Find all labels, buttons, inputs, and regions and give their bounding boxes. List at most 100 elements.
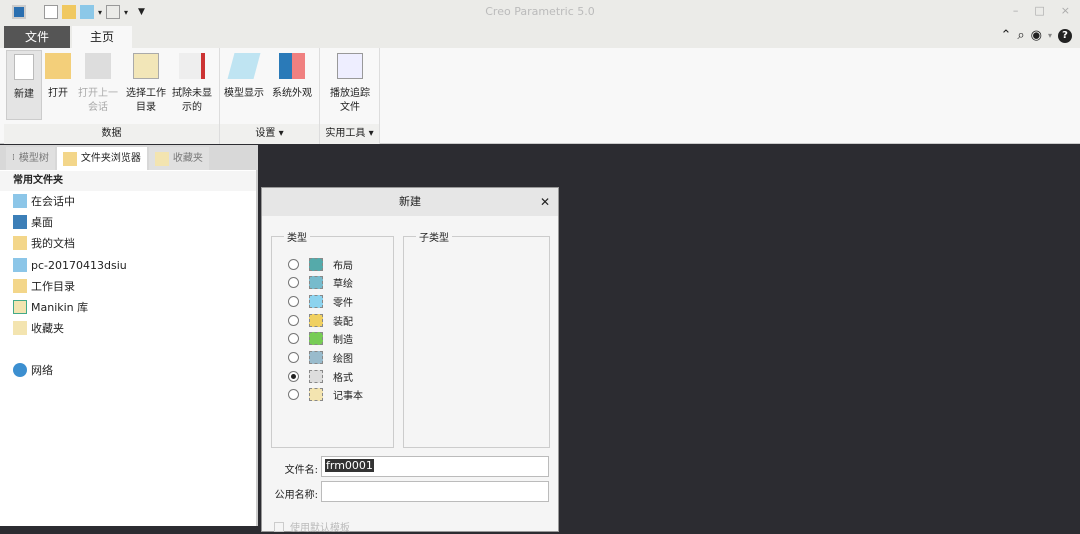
tab-model-tree[interactable]: ⁞ 模型树 — [6, 147, 55, 170]
type-option-layout[interactable]: 布局 — [288, 255, 353, 273]
radio-button[interactable] — [288, 352, 299, 363]
radio-button[interactable] — [288, 370, 299, 382]
library-icon — [13, 300, 27, 314]
community-icon[interactable]: ◉ — [1031, 28, 1042, 43]
favorites-icon — [154, 151, 169, 166]
part-icon — [309, 294, 323, 308]
type-label: 绘图 — [333, 354, 353, 365]
open-folder-icon — [45, 53, 71, 79]
use-default-template-checkbox[interactable]: 使用默认模板 — [274, 519, 350, 534]
tab-label: 模型树 — [18, 153, 49, 164]
type-option-manufacturing[interactable]: 制造 — [288, 330, 353, 348]
type-option-drawing[interactable]: 绘图 — [288, 349, 353, 367]
group-label[interactable]: 实用工具 ▾ — [320, 124, 379, 144]
drawing-icon — [309, 351, 323, 364]
collapse-ribbon-icon[interactable]: ⌃ — [1000, 28, 1011, 43]
type-option-part[interactable]: 零件 — [288, 292, 353, 310]
trail-file-icon — [337, 53, 363, 79]
radio-button[interactable] — [288, 277, 299, 289]
type-legend: 类型 — [284, 229, 310, 244]
type-label: 草绘 — [333, 279, 353, 291]
group-label: 数据 — [4, 124, 219, 144]
system-appearance-icon — [279, 53, 305, 79]
radio-button[interactable] — [288, 295, 299, 307]
working-dir-icon — [13, 279, 27, 293]
help-icon[interactable]: ? — [1058, 28, 1072, 43]
folder-manikin-library[interactable]: Manikin 库 — [13, 298, 88, 316]
folder-favorites[interactable]: 收藏夹 — [13, 319, 64, 337]
item-label: 我的文档 — [31, 237, 75, 250]
radio-button[interactable] — [288, 333, 299, 345]
item-label: 在会话中 — [31, 195, 75, 208]
group-data: 新建 打开 打开上一 会话 选择工作 目录 拭除未显 示的 数据 — [4, 48, 220, 144]
tab-home[interactable]: 主页 — [72, 26, 132, 48]
ribbon-tabs: 文件 主页 ⌃ ⌕ ◉ ▾ ? — [0, 25, 1080, 48]
window-title: Creo Parametric 5.0 — [485, 5, 595, 18]
item-label: 收藏夹 — [31, 322, 64, 335]
monitor-icon — [13, 194, 27, 208]
title-bar: ▾ ▾ ▼ Creo Parametric 5.0 – □ × — [0, 0, 1080, 25]
select-working-dir-button[interactable]: 选择工作 目录 — [124, 50, 168, 120]
play-trail-file-button[interactable]: 播放追踪 文件 — [328, 50, 372, 120]
tab-label: 收藏夹 — [172, 153, 203, 164]
model-tree-icon: ⁞ — [12, 153, 15, 163]
new-dialog: 新建 ✕ 类型 布局草绘零件装配 制造绘图格式记事本 子类型 文件名: frm000… — [261, 187, 559, 534]
search-icon[interactable]: ⌕ — [1017, 28, 1024, 43]
group-label[interactable]: 设置 ▾ — [220, 124, 319, 144]
tab-folder-browser[interactable]: 文件夹浏览器 — [56, 147, 147, 170]
folder-desktop[interactable]: 桌面 — [13, 213, 53, 231]
common-name-label: 公用名称: — [274, 490, 318, 501]
item-label: 桌面 — [31, 216, 53, 229]
folder-in-session[interactable]: 在会话中 — [13, 192, 75, 210]
open-last-session-button[interactable]: 打开上一 会话 — [76, 50, 120, 120]
folder-network[interactable]: 网络 — [13, 361, 53, 379]
type-option-notebook[interactable]: 记事本 — [288, 386, 363, 404]
button-label: 新建 — [14, 89, 34, 100]
tab-file[interactable]: 文件 — [4, 26, 70, 48]
file-name-value: frm0001 — [325, 459, 374, 472]
chevron-down-icon[interactable]: ▾ — [1048, 31, 1052, 40]
radio-button[interactable] — [288, 389, 299, 401]
system-appearance-button[interactable]: 系统外观 — [270, 50, 314, 120]
subtype-legend: 子类型 — [416, 229, 452, 244]
type-option-format[interactable]: 格式 — [288, 367, 353, 385]
folder-working-dir[interactable]: 工作目录 — [13, 277, 75, 295]
radio-button[interactable] — [288, 314, 299, 326]
button-label: 选择工作 目录 — [126, 88, 166, 113]
dialog-title-bar: 新建 ✕ — [262, 188, 558, 216]
button-label: 播放追踪 文件 — [330, 88, 370, 113]
folder-my-documents[interactable]: 我的文档 — [13, 234, 75, 252]
subtype-group: 子类型 — [403, 229, 550, 448]
common-folders-header: 常用文件夹 — [0, 171, 256, 191]
network-icon — [13, 363, 27, 377]
checkbox-box[interactable] — [274, 521, 284, 532]
ribbon: 新建 打开 打开上一 会话 选择工作 目录 拭除未显 示的 数据 模型显示 系统… — [0, 48, 1080, 144]
maximize-button[interactable]: □ — [1034, 4, 1044, 17]
radio-button[interactable] — [288, 258, 299, 270]
erase-icon — [179, 53, 205, 79]
tab-favorites[interactable]: 收藏夹 — [148, 147, 209, 170]
assembly-icon — [309, 313, 323, 327]
type-option-assembly[interactable]: 装配 — [288, 311, 353, 329]
open-button[interactable]: 打开 — [36, 50, 80, 120]
minimize-button[interactable]: – — [1013, 4, 1019, 17]
sketch-icon — [309, 276, 323, 290]
working-dir-icon — [133, 53, 159, 79]
folder-computer[interactable]: pc-20170413dsiu — [13, 256, 127, 274]
type-label: 记事本 — [333, 391, 363, 403]
folder-icon — [62, 151, 77, 166]
type-label: 零件 — [333, 297, 353, 309]
manufacturing-icon — [309, 332, 323, 346]
button-label: 系统外观 — [272, 88, 312, 99]
erase-not-displayed-button[interactable]: 拭除未显 示的 — [170, 50, 214, 120]
file-name-label: 文件名: — [284, 465, 318, 476]
file-name-input[interactable]: frm0001 — [321, 456, 549, 477]
button-label: 打开 — [48, 88, 68, 99]
close-button[interactable]: × — [1061, 4, 1070, 17]
model-display-button[interactable]: 模型显示 — [222, 50, 266, 120]
button-label: 模型显示 — [224, 88, 264, 99]
new-file-icon — [14, 54, 34, 80]
close-icon[interactable]: ✕ — [540, 188, 550, 216]
type-option-sketch[interactable]: 草绘 — [288, 274, 353, 292]
common-name-input[interactable] — [321, 481, 549, 502]
